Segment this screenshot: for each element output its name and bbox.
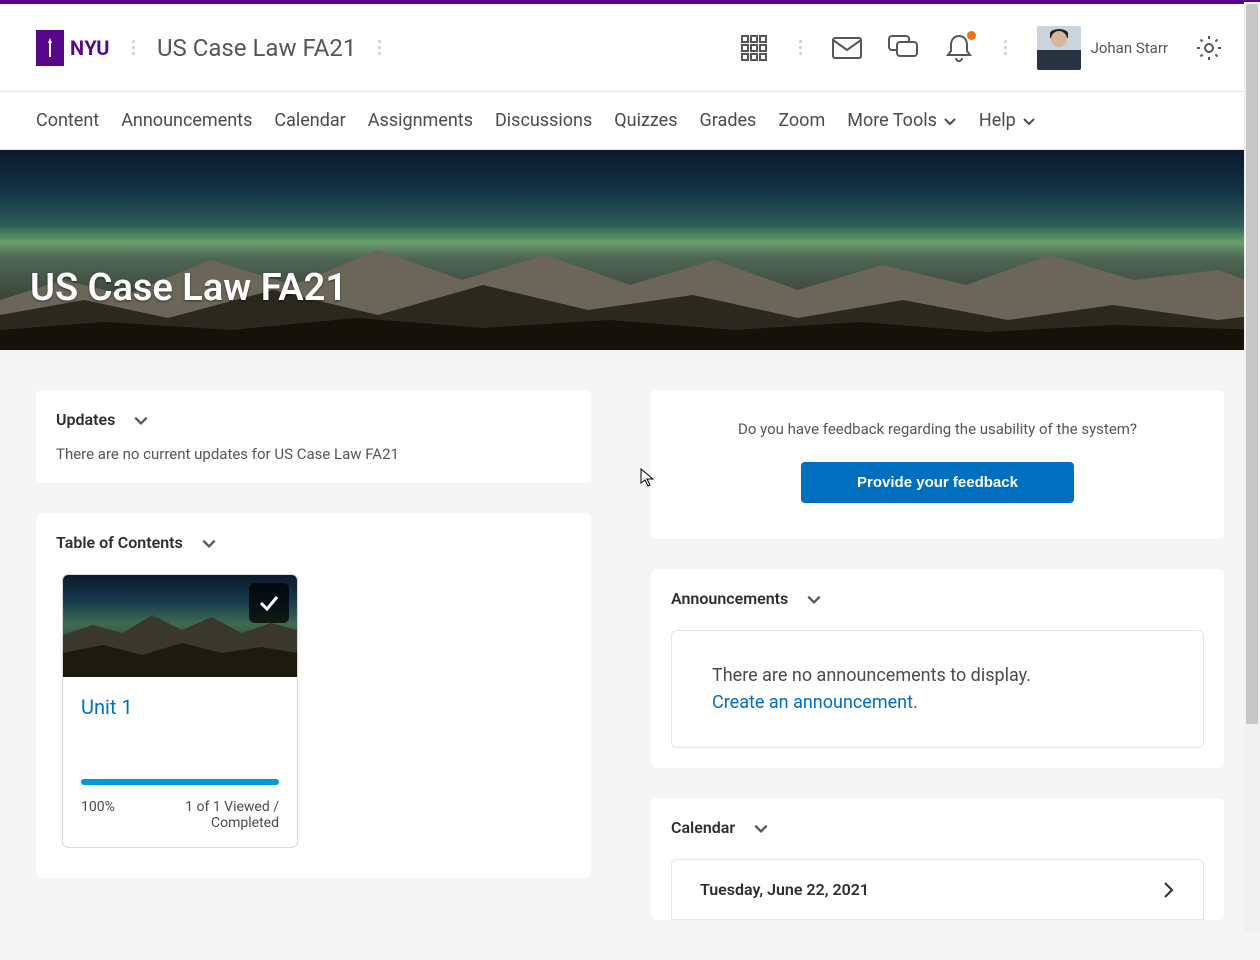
feedback-widget: Do you have feedback regarding the usabi…	[651, 390, 1224, 539]
unit-title-link[interactable]: Unit 1	[81, 695, 279, 719]
calendar-date-label: Tuesday, June 22, 2021	[700, 880, 869, 899]
chat-icon[interactable]	[888, 33, 918, 63]
chevron-down-icon	[943, 114, 957, 128]
nav-zoom[interactable]: Zoom	[778, 110, 825, 131]
user-name-label: Johan Starr	[1091, 39, 1168, 57]
nav-grades[interactable]: Grades	[700, 110, 757, 131]
nyu-logo[interactable]: NYU	[36, 30, 110, 66]
unit-body: Unit 1 100% 1 of 1 Viewed / Completed	[63, 677, 297, 847]
nav-help[interactable]: Help	[979, 110, 1036, 131]
top-header: NYU US Case Law FA21	[0, 4, 1260, 92]
calendar-widget: Calendar Tuesday, June 22, 2021	[651, 798, 1224, 920]
announcements-toggle[interactable]: Announcements	[671, 589, 1204, 608]
divider-dots	[128, 40, 139, 55]
updates-widget: Updates There are no current updates for…	[36, 390, 591, 483]
chevron-down-icon	[753, 820, 769, 836]
scrollbar[interactable]	[1244, 2, 1260, 932]
left-column: Updates There are no current updates for…	[36, 390, 591, 878]
completed-check-icon	[249, 583, 289, 623]
chevron-down-icon	[1022, 114, 1036, 128]
course-title-header[interactable]: US Case Law FA21	[157, 34, 356, 62]
nav-assignments[interactable]: Assignments	[368, 110, 473, 131]
page-title: US Case Law FA21	[30, 266, 347, 310]
announcements-empty-text: There are no announcements to display.	[712, 665, 1163, 686]
toc-widget: Table of Contents Unit 1	[36, 513, 591, 878]
nav-announcements[interactable]: Announcements	[121, 110, 252, 131]
nav-calendar[interactable]: Calendar	[274, 110, 345, 131]
updates-empty-text: There are no current updates for US Case…	[56, 445, 571, 463]
updates-heading: Updates	[56, 410, 115, 429]
scrollbar-thumb[interactable]	[1246, 4, 1258, 724]
calendar-date-row[interactable]: Tuesday, June 22, 2021	[671, 859, 1204, 920]
user-menu[interactable]: Johan Starr	[1037, 26, 1168, 70]
toc-toggle[interactable]: Table of Contents	[56, 533, 571, 552]
progress-bar	[81, 779, 279, 785]
nav-help-label: Help	[979, 110, 1016, 131]
mail-icon[interactable]	[832, 33, 862, 63]
unit-thumbnail	[63, 575, 297, 677]
updates-toggle[interactable]: Updates	[56, 410, 571, 429]
nyu-logo-text: NYU	[70, 36, 110, 60]
chevron-right-icon	[1161, 881, 1175, 899]
calendar-toggle[interactable]: Calendar	[671, 818, 1204, 837]
unit-card[interactable]: Unit 1 100% 1 of 1 Viewed / Completed	[62, 574, 298, 848]
progress-row: 100% 1 of 1 Viewed / Completed	[81, 799, 279, 831]
content-area: Updates There are no current updates for…	[0, 350, 1260, 960]
provide-feedback-button[interactable]: Provide your feedback	[801, 462, 1074, 503]
course-nav: Content Announcements Calendar Assignmen…	[0, 92, 1260, 150]
nav-quizzes[interactable]: Quizzes	[614, 110, 677, 131]
nav-discussions[interactable]: Discussions	[495, 110, 592, 131]
announcements-heading: Announcements	[671, 589, 788, 608]
bell-icon[interactable]	[944, 33, 974, 63]
right-column: Do you have feedback regarding the usabi…	[651, 390, 1224, 920]
calendar-heading: Calendar	[671, 818, 735, 837]
progress-status: 1 of 1 Viewed / Completed	[169, 799, 279, 831]
progress-percent: 100%	[81, 799, 115, 831]
divider-dots	[1000, 40, 1011, 55]
nav-more-tools[interactable]: More Tools	[847, 110, 957, 131]
feedback-prompt: Do you have feedback regarding the usabi…	[671, 420, 1204, 438]
notification-dot-icon	[967, 31, 976, 40]
divider-dots	[374, 40, 385, 55]
toc-heading: Table of Contents	[56, 533, 183, 552]
settings-gear-icon[interactable]	[1194, 33, 1224, 63]
announcements-widget: Announcements There are no announcements…	[651, 569, 1224, 768]
nyu-torch-icon	[36, 30, 64, 66]
chevron-down-icon	[806, 591, 822, 607]
apps-grid-icon[interactable]	[739, 33, 769, 63]
nav-more-tools-label: More Tools	[847, 110, 937, 131]
divider-dots	[795, 40, 806, 55]
announcements-box: There are no announcements to display. C…	[671, 630, 1204, 748]
course-banner: US Case Law FA21	[0, 150, 1260, 350]
header-right-group: Johan Starr	[739, 26, 1224, 70]
header-left-group: NYU US Case Law FA21	[36, 30, 385, 66]
chevron-down-icon	[201, 535, 217, 551]
avatar	[1037, 26, 1081, 70]
create-announcement-link[interactable]: Create an announcement.	[712, 692, 1163, 713]
chevron-down-icon	[133, 412, 149, 428]
nav-content[interactable]: Content	[36, 110, 99, 131]
